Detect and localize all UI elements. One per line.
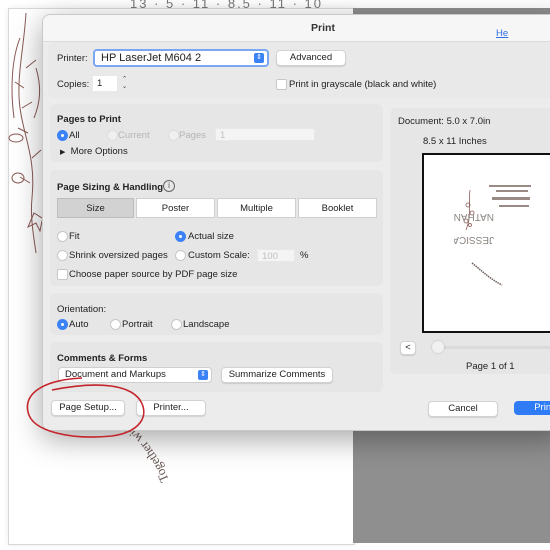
- custom-scale-radio[interactable]: [175, 250, 186, 261]
- grayscale-label: Print in grayscale (black and white): [289, 79, 437, 90]
- orientation-landscape-label: Landscape: [183, 319, 230, 330]
- paper-source-label: Choose paper source by PDF page size: [69, 269, 238, 280]
- fit-radio[interactable]: [57, 231, 68, 242]
- copies-label: Copies:: [57, 79, 90, 90]
- page-slider-knob[interactable]: [432, 341, 444, 353]
- thumb-name-nathan: NATHAN: [454, 211, 494, 222]
- pages-range-label: Pages: [179, 130, 206, 141]
- previous-page-button[interactable]: <: [400, 341, 416, 355]
- pages-range-radio[interactable]: [168, 130, 179, 141]
- background-top-text: 13 · 5 · 11 · 8.5 · 11 · 10: [130, 0, 323, 11]
- grayscale-checkbox[interactable]: [276, 79, 287, 90]
- tab-multiple[interactable]: Multiple: [217, 198, 296, 218]
- disclosure-triangle-icon: ▶: [60, 149, 66, 156]
- pages-range-field[interactable]: 1: [215, 128, 315, 141]
- floral-decoration-icon: [8, 12, 46, 254]
- select-arrows-icon: ⇕: [198, 370, 208, 380]
- custom-scale-field[interactable]: 100: [257, 249, 295, 262]
- copies-field[interactable]: 1: [93, 76, 117, 91]
- page-sizing-title: Page Sizing & Handling: [57, 182, 164, 193]
- paper-size-label: 8.5 x 11 Inches: [423, 136, 487, 147]
- shrink-label: Shrink oversized pages: [69, 250, 168, 261]
- preview-thumbnail: NATHAN JESSICA: [454, 185, 531, 286]
- comments-forms-title: Comments & Forms: [57, 353, 148, 364]
- shrink-radio[interactable]: [57, 250, 68, 261]
- tab-size[interactable]: Size: [57, 198, 134, 218]
- pages-all-label: All: [69, 130, 80, 141]
- page-preview: NATHAN JESSICA: [422, 153, 550, 333]
- pages-to-print-title: Pages to Print: [57, 114, 121, 125]
- pages-all-radio[interactable]: [57, 130, 68, 141]
- annotation-circle: [26, 377, 145, 438]
- pages-current-radio[interactable]: [107, 130, 118, 141]
- percent-label: %: [300, 250, 309, 261]
- print-button[interactable]: Print: [514, 401, 550, 415]
- printer-value: HP LaserJet M604 2: [101, 52, 202, 64]
- thumb-name-jessica: JESSICA: [454, 234, 494, 245]
- cancel-button[interactable]: Cancel: [428, 401, 498, 417]
- orientation-auto-radio[interactable]: [57, 319, 68, 330]
- printer-label: Printer:: [57, 53, 88, 64]
- actual-size-label: Actual size: [188, 231, 234, 242]
- tab-poster[interactable]: Poster: [136, 198, 215, 218]
- pages-current-label: Current: [118, 130, 150, 141]
- select-arrows-icon: ⇕: [254, 53, 264, 63]
- page-indicator: Page 1 of 1: [466, 361, 515, 372]
- dialog-title: Print: [43, 15, 550, 42]
- help-link[interactable]: He: [496, 28, 508, 39]
- orientation-landscape-radio[interactable]: [171, 319, 182, 330]
- orientation-portrait-label: Portrait: [122, 319, 153, 330]
- custom-scale-label: Custom Scale:: [188, 250, 250, 261]
- summarize-comments-button[interactable]: Summarize Comments: [221, 367, 333, 383]
- more-options-toggle[interactable]: ▶ More Options: [60, 146, 128, 157]
- info-icon[interactable]: i: [163, 180, 175, 192]
- printer-select[interactable]: HP LaserJet M604 2 ⇕: [93, 49, 269, 67]
- fit-label: Fit: [69, 231, 80, 242]
- paper-source-checkbox[interactable]: [57, 269, 68, 280]
- advanced-button[interactable]: Advanced: [276, 50, 346, 66]
- orientation-title: Orientation:: [57, 304, 107, 315]
- more-options-label: More Options: [70, 146, 128, 157]
- document-size-label: Document: 5.0 x 7.0in: [398, 116, 491, 127]
- orientation-auto-label: Auto: [69, 319, 89, 330]
- tab-booklet[interactable]: Booklet: [298, 198, 377, 218]
- orientation-portrait-radio[interactable]: [110, 319, 121, 330]
- actual-size-radio[interactable]: [175, 231, 186, 242]
- copies-stepper[interactable]: ⌃ ⌄: [120, 76, 129, 91]
- page-slider-track[interactable]: [433, 346, 550, 349]
